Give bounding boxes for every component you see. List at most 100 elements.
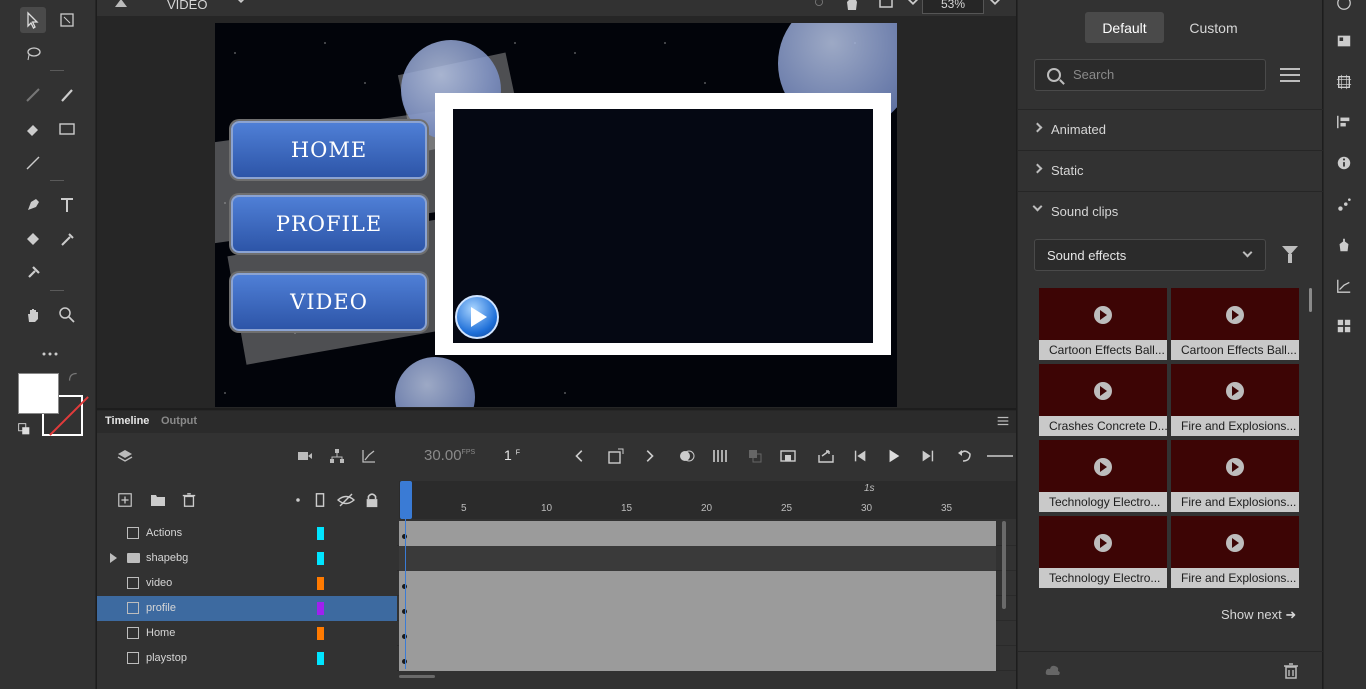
stage-canvas[interactable]: HOME PROFILE VIDEO xyxy=(215,23,897,407)
step-forward-icon[interactable] xyxy=(917,445,939,467)
highlight-layer-icon[interactable] xyxy=(287,489,309,511)
pin-tool-icon[interactable] xyxy=(20,260,46,286)
frame-track[interactable] xyxy=(399,571,996,596)
align-icon[interactable] xyxy=(1335,113,1353,131)
chevron-down-icon[interactable] xyxy=(233,0,249,8)
sound-clip-card[interactable]: Fire and Explosions... xyxy=(1171,440,1299,512)
library-icon[interactable] xyxy=(1335,32,1353,50)
zoom-input[interactable]: 53% xyxy=(922,0,984,14)
pen-tool-icon[interactable] xyxy=(20,192,46,218)
scene-icon[interactable] xyxy=(111,0,131,14)
chevron-right-icon[interactable] xyxy=(638,445,660,467)
motion-presets-icon[interactable] xyxy=(1335,196,1353,214)
search-field[interactable] xyxy=(1034,59,1266,91)
new-layer-icon[interactable] xyxy=(114,489,136,511)
eraser-tool-icon[interactable] xyxy=(20,116,46,142)
video-player-screen[interactable] xyxy=(453,109,873,343)
new-folder-icon[interactable] xyxy=(147,489,169,511)
layers-icon[interactable] xyxy=(114,445,136,467)
section-sound-clips[interactable]: Sound clips xyxy=(1018,191,1323,231)
play-button-icon[interactable] xyxy=(455,295,499,339)
tab-default[interactable]: Default xyxy=(1085,12,1164,43)
layer-header[interactable]: shapebg xyxy=(97,546,397,571)
frame-zoom-slider[interactable] xyxy=(987,445,1013,467)
motion-editor-icon[interactable] xyxy=(1335,277,1353,295)
sound-clip-card[interactable]: Cartoon Effects Ball... xyxy=(1171,288,1299,360)
layer-row[interactable]: playstop xyxy=(97,646,1016,671)
tab-timeline[interactable]: Timeline xyxy=(105,415,149,427)
chevron-down-icon[interactable] xyxy=(905,0,921,10)
sound-category-select[interactable]: Sound effects xyxy=(1034,239,1266,271)
create-classic-tween-icon[interactable] xyxy=(777,445,799,467)
more-tools-icon[interactable] xyxy=(37,341,63,367)
sync-graphic-icon[interactable] xyxy=(744,445,766,467)
layer-row[interactable]: video xyxy=(97,571,1016,596)
export-icon[interactable] xyxy=(815,445,837,467)
rotate-stage-icon[interactable] xyxy=(843,0,861,12)
cloud-upload-icon[interactable] xyxy=(1040,658,1066,684)
go-to-first-frame-icon[interactable] xyxy=(849,445,871,467)
expand-arrow-icon[interactable] xyxy=(110,553,117,563)
timeline-horizontal-scrollbar[interactable] xyxy=(399,675,435,678)
layer-name[interactable]: playstop xyxy=(146,652,187,664)
frame-track[interactable] xyxy=(399,521,996,546)
tab-output[interactable]: Output xyxy=(161,415,197,427)
trash-icon[interactable] xyxy=(1278,658,1304,684)
camera-icon[interactable] xyxy=(294,445,316,467)
tab-custom[interactable]: Custom xyxy=(1174,12,1253,43)
layer-header[interactable]: playstop xyxy=(97,646,397,671)
parenting-icon[interactable] xyxy=(326,445,348,467)
zoom-dropdown-icon[interactable] xyxy=(987,0,1003,10)
panel-menu-icon[interactable] xyxy=(995,413,1011,429)
layer-name[interactable]: Actions xyxy=(146,527,182,539)
layer-color-swatch[interactable] xyxy=(317,602,324,615)
layer-header[interactable]: Actions xyxy=(97,521,397,546)
play-icon[interactable] xyxy=(1094,382,1112,400)
layer-header[interactable]: video xyxy=(97,571,397,596)
sound-clip-card[interactable]: Fire and Explosions... xyxy=(1171,516,1299,588)
play-icon[interactable] xyxy=(1094,458,1112,476)
layer-header[interactable]: profile xyxy=(97,596,397,621)
frame-track[interactable] xyxy=(399,546,996,571)
sound-clip-card[interactable]: Technology Electro... xyxy=(1039,440,1167,512)
fill-color-swatch[interactable] xyxy=(18,373,59,414)
line-tool-icon[interactable] xyxy=(20,150,46,176)
lasso-tool-icon[interactable] xyxy=(20,41,46,67)
zoom-tool-icon[interactable] xyxy=(54,302,80,328)
sound-clip-card[interactable]: Fire and Explosions... xyxy=(1171,364,1299,436)
play-icon[interactable] xyxy=(1226,382,1244,400)
snap-icon[interactable] xyxy=(811,0,827,10)
globe-icon[interactable] xyxy=(1335,0,1353,12)
layer-row[interactable]: profile xyxy=(97,596,1016,621)
panel-scrollbar[interactable] xyxy=(1309,288,1312,312)
frame-ruler[interactable]: 1s 5 10 15 20 25 30 35 xyxy=(399,481,1016,519)
layer-color-swatch[interactable] xyxy=(317,577,324,590)
stage-video-button[interactable]: VIDEO xyxy=(231,273,427,331)
clip-content-icon[interactable] xyxy=(877,0,895,12)
play-icon[interactable] xyxy=(1226,534,1244,552)
layer-header[interactable]: Home xyxy=(97,621,397,646)
search-input[interactable] xyxy=(1073,67,1253,82)
layer-color-swatch[interactable] xyxy=(317,627,324,640)
play-icon[interactable] xyxy=(883,445,905,467)
sound-clip-card[interactable]: Crashes Concrete D... xyxy=(1039,364,1167,436)
text-tool-icon[interactable] xyxy=(54,192,80,218)
layer-name[interactable]: shapebg xyxy=(146,552,188,564)
eyedropper-tool-icon[interactable] xyxy=(54,226,80,252)
default-colors-icon[interactable] xyxy=(16,421,32,437)
layer-row[interactable]: Home xyxy=(97,621,1016,646)
layer-color-swatch[interactable] xyxy=(317,652,324,665)
section-static[interactable]: Static xyxy=(1018,150,1323,190)
play-icon[interactable] xyxy=(1226,458,1244,476)
edit-multiple-frames-icon[interactable] xyxy=(709,445,731,467)
delete-layer-icon[interactable] xyxy=(178,489,200,511)
play-icon[interactable] xyxy=(1226,306,1244,324)
scene-selector[interactable]: VIDEO xyxy=(167,0,207,12)
outline-layer-icon[interactable] xyxy=(309,489,331,511)
list-view-icon[interactable] xyxy=(1280,66,1300,84)
chevron-left-icon[interactable] xyxy=(569,445,591,467)
timeline-scrollbar[interactable] xyxy=(1002,521,1006,609)
brush-tool-icon[interactable] xyxy=(54,82,80,108)
layer-row[interactable]: shapebg xyxy=(97,546,1016,571)
paint-bucket-tool-icon[interactable] xyxy=(20,226,46,252)
